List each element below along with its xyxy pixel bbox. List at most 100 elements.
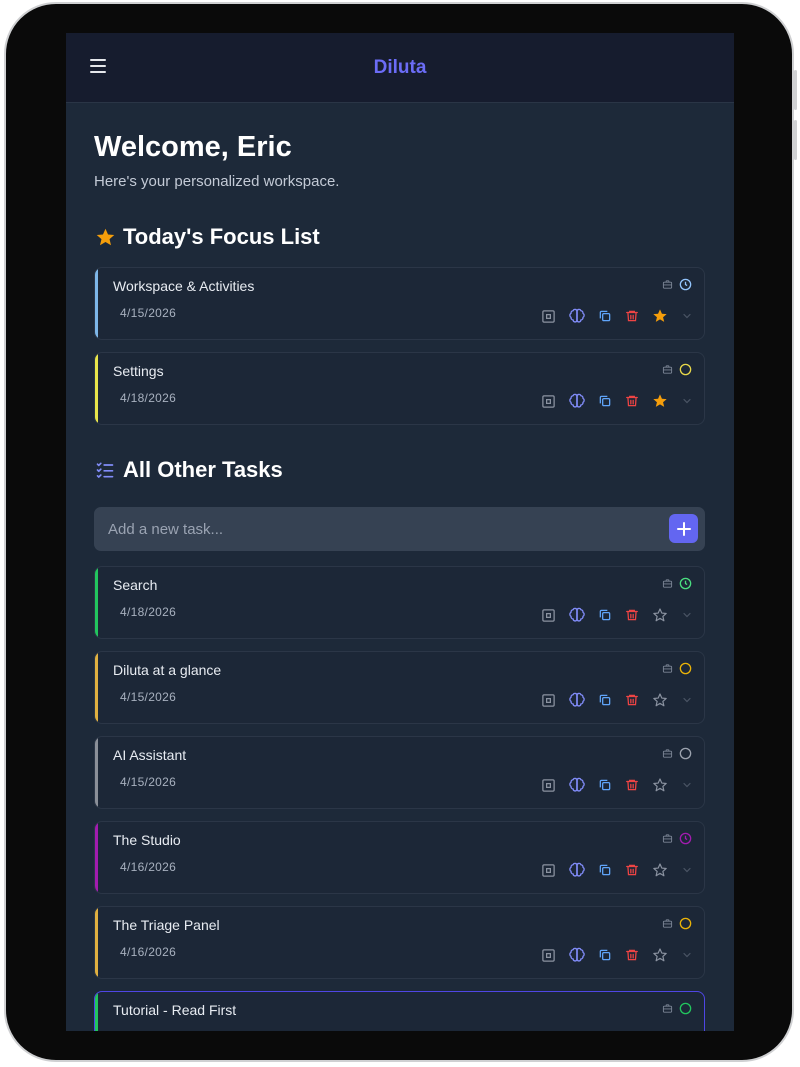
task-date: 4/18/2026 [120, 605, 177, 619]
copy-icon[interactable] [598, 778, 612, 792]
brain-icon[interactable] [569, 777, 585, 793]
trash-icon[interactable] [625, 608, 639, 622]
task-accent-bar [95, 992, 98, 1031]
chevron-down-icon[interactable] [681, 694, 693, 706]
task-title: Search [113, 577, 158, 593]
task-accent-bar [95, 822, 98, 893]
brain-icon[interactable] [569, 393, 585, 409]
status-circle-icon[interactable] [679, 1002, 692, 1015]
trash-icon[interactable] [625, 309, 639, 323]
star-icon[interactable] [652, 862, 668, 878]
add-task-button[interactable] [669, 514, 698, 543]
app-screen: Diluta Welcome, Eric Here's your persona… [66, 33, 734, 1031]
brain-icon[interactable] [569, 947, 585, 963]
star-icon [94, 226, 116, 248]
chevron-down-icon[interactable] [681, 310, 693, 322]
status-circle-icon[interactable] [679, 662, 692, 675]
task-actions [541, 607, 693, 623]
app-title: Diluta [373, 57, 427, 78]
brain-icon[interactable] [569, 308, 585, 324]
focus-mode-icon[interactable] [541, 948, 556, 963]
status-clock-icon[interactable] [679, 577, 692, 590]
task-meta-icons [662, 577, 692, 590]
focus-mode-icon[interactable] [541, 394, 556, 409]
copy-icon[interactable] [598, 948, 612, 962]
briefcase-icon [662, 748, 673, 759]
copy-icon[interactable] [598, 693, 612, 707]
trash-icon[interactable] [625, 863, 639, 877]
star-icon[interactable] [652, 947, 668, 963]
trash-icon[interactable] [625, 693, 639, 707]
task-accent-bar [95, 907, 98, 978]
focus-mode-icon[interactable] [541, 309, 556, 324]
task-meta-icons [662, 917, 692, 930]
task-date: 4/16/2026 [120, 860, 177, 874]
star-icon[interactable] [652, 393, 668, 409]
top-bar: Diluta [66, 33, 734, 103]
task-card[interactable]: Tutorial - Read First [94, 991, 705, 1031]
task-date: 4/18/2026 [120, 391, 177, 405]
status-clock-icon[interactable] [679, 832, 692, 845]
briefcase-icon [662, 918, 673, 929]
welcome-subtitle: Here's your personalized workspace. [94, 173, 340, 190]
task-meta-icons [662, 363, 692, 376]
task-card[interactable]: The Studio 4/16/2026 [94, 821, 705, 894]
star-icon[interactable] [652, 607, 668, 623]
task-card[interactable]: Search 4/18/2026 [94, 566, 705, 639]
task-card[interactable]: Diluta at a glance 4/15/2026 [94, 651, 705, 724]
task-card[interactable]: Workspace & Activities 4/15/2026 [94, 267, 705, 340]
trash-icon[interactable] [625, 394, 639, 408]
task-actions [541, 692, 693, 708]
device-side-button [794, 70, 797, 110]
task-meta-icons [662, 278, 692, 291]
status-circle-icon[interactable] [679, 363, 692, 376]
welcome-heading: Welcome, Eric [94, 131, 292, 163]
task-card[interactable]: The Triage Panel 4/16/2026 [94, 906, 705, 979]
task-title: Tutorial - Read First [113, 1002, 237, 1018]
trash-icon[interactable] [625, 948, 639, 962]
star-icon[interactable] [652, 777, 668, 793]
task-accent-bar [95, 353, 98, 424]
task-actions [541, 947, 693, 963]
brain-icon[interactable] [569, 862, 585, 878]
task-date: 4/16/2026 [120, 945, 177, 959]
chevron-down-icon[interactable] [681, 949, 693, 961]
briefcase-icon [662, 1003, 673, 1014]
copy-icon[interactable] [598, 863, 612, 877]
plus-icon [676, 521, 691, 536]
task-accent-bar [95, 268, 98, 339]
copy-icon[interactable] [598, 608, 612, 622]
task-meta-icons [662, 832, 692, 845]
add-task-input[interactable] [94, 507, 654, 551]
briefcase-icon [662, 833, 673, 844]
chevron-down-icon[interactable] [681, 864, 693, 876]
copy-icon[interactable] [598, 394, 612, 408]
status-circle-icon[interactable] [679, 917, 692, 930]
task-actions [541, 777, 693, 793]
chevron-down-icon[interactable] [681, 609, 693, 621]
star-icon[interactable] [652, 692, 668, 708]
trash-icon[interactable] [625, 778, 639, 792]
chevron-down-icon[interactable] [681, 395, 693, 407]
task-title: The Triage Panel [113, 917, 220, 933]
status-clock-icon[interactable] [679, 278, 692, 291]
briefcase-icon [662, 663, 673, 674]
brain-icon[interactable] [569, 607, 585, 623]
task-card[interactable]: Settings 4/18/2026 [94, 352, 705, 425]
task-card[interactable]: AI Assistant 4/15/2026 [94, 736, 705, 809]
focus-mode-icon[interactable] [541, 608, 556, 623]
status-circle-icon[interactable] [679, 747, 692, 760]
focus-section-title: Today's Focus List [94, 224, 320, 250]
task-accent-bar [95, 567, 98, 638]
copy-icon[interactable] [598, 309, 612, 323]
star-icon[interactable] [652, 308, 668, 324]
chevron-down-icon[interactable] [681, 779, 693, 791]
focus-mode-icon[interactable] [541, 693, 556, 708]
other-section-title: All Other Tasks [94, 457, 283, 483]
focus-mode-icon[interactable] [541, 778, 556, 793]
list-check-icon [94, 459, 116, 481]
briefcase-icon [662, 578, 673, 589]
brain-icon[interactable] [569, 692, 585, 708]
focus-mode-icon[interactable] [541, 863, 556, 878]
task-actions [541, 862, 693, 878]
